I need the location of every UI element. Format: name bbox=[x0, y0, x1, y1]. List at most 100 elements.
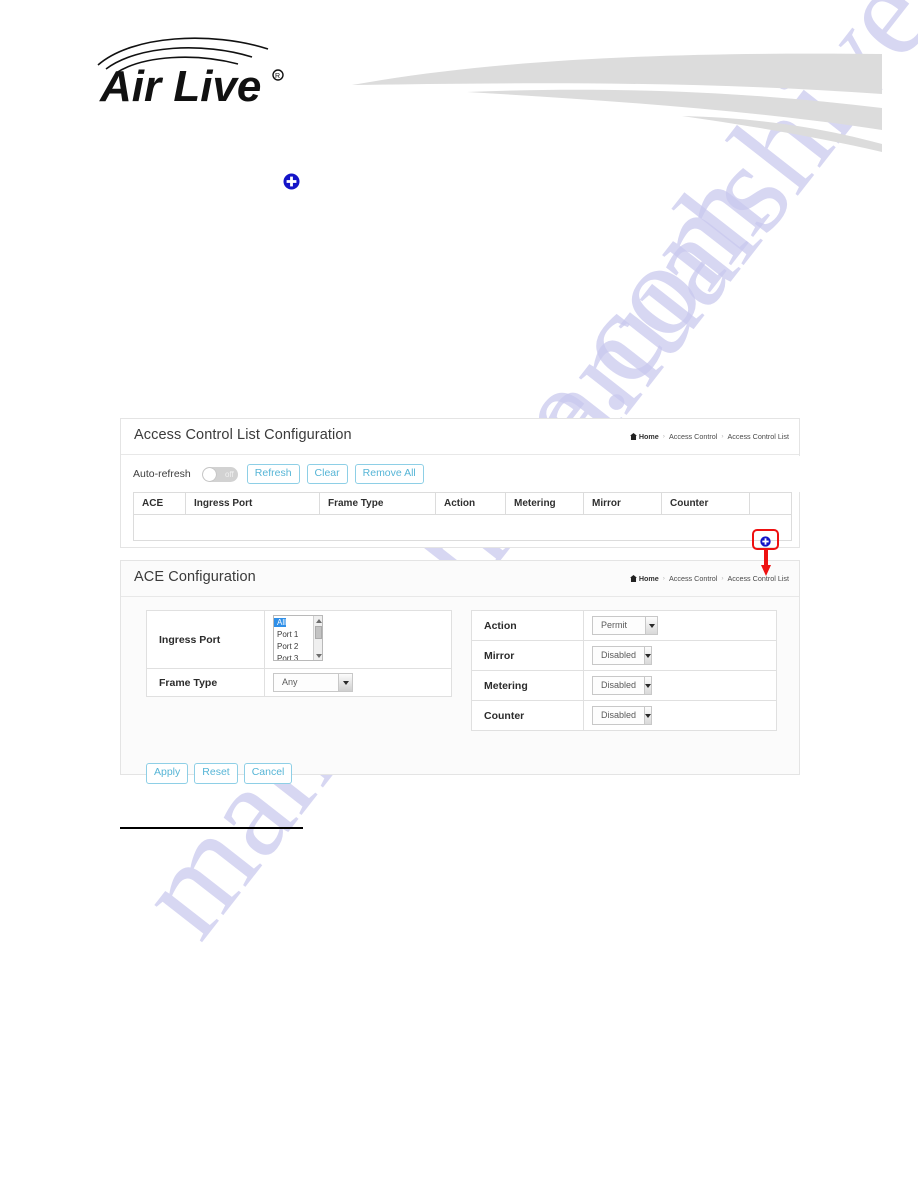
ingress-port-row: Ingress Port All Port 1 Port 2 Port 3 Po… bbox=[146, 610, 452, 669]
ingress-port-option-port-3[interactable]: Port 3 bbox=[274, 654, 298, 660]
mirror-select[interactable]: Disabled bbox=[592, 646, 652, 665]
ingress-port-scrollbar[interactable] bbox=[313, 616, 322, 660]
action-value: Permit bbox=[601, 620, 628, 630]
column-header-mirror: Mirror bbox=[583, 492, 662, 515]
mirror-value: Disabled bbox=[601, 650, 637, 660]
metering-row: Metering Disabled bbox=[471, 670, 777, 701]
frame-type-value: Any bbox=[282, 677, 298, 687]
acl-table-header-row: ACE Ingress Port Frame Type Action Meter… bbox=[133, 492, 792, 515]
acl-table: ACE Ingress Port Frame Type Action Meter… bbox=[133, 492, 792, 541]
column-header-action: Action bbox=[435, 492, 506, 515]
airlive-logo: Air Live R bbox=[92, 33, 302, 111]
column-header-counter: Counter bbox=[661, 492, 750, 515]
ace-panel-header: ACE Configuration Home › Access Control … bbox=[121, 561, 799, 597]
counter-row: Counter Disabled bbox=[471, 700, 777, 731]
ace-breadcrumb-separator-2: › bbox=[721, 575, 724, 582]
metering-cell: Disabled bbox=[583, 670, 777, 701]
breadcrumb-item-access-control[interactable]: Access Control bbox=[669, 432, 717, 441]
ace-breadcrumb-home[interactable]: Home bbox=[629, 574, 659, 583]
plus-circle-icon bbox=[760, 534, 771, 547]
scroll-down-arrow-icon[interactable] bbox=[315, 652, 322, 659]
page-header: Air Live R bbox=[0, 0, 918, 165]
ingress-port-label: Ingress Port bbox=[146, 610, 265, 669]
mirror-cell: Disabled bbox=[583, 640, 777, 671]
chevron-down-icon[interactable] bbox=[644, 707, 652, 724]
counter-cell: Disabled bbox=[583, 700, 777, 731]
action-row: Action Permit bbox=[471, 610, 777, 641]
auto-refresh-label: Auto-refresh bbox=[133, 468, 191, 480]
ace-right-config-table: Action Permit Mirror Disabled Metering D… bbox=[471, 610, 777, 731]
auto-refresh-toggle[interactable]: off bbox=[201, 466, 238, 482]
action-label: Action bbox=[471, 610, 584, 641]
acl-table-empty-row bbox=[133, 514, 792, 541]
counter-value: Disabled bbox=[601, 710, 637, 720]
breadcrumb-item-access-control-list[interactable]: Access Control List bbox=[727, 432, 789, 441]
scrollbar-thumb[interactable] bbox=[315, 626, 322, 639]
home-icon bbox=[629, 575, 637, 582]
scroll-up-arrow-icon[interactable] bbox=[315, 617, 322, 624]
ace-config-body: Ingress Port All Port 1 Port 2 Port 3 Po… bbox=[121, 598, 801, 784]
frame-type-row: Frame Type Any bbox=[146, 668, 452, 697]
column-header-metering: Metering bbox=[505, 492, 584, 515]
ace-action-buttons: Apply Reset Cancel bbox=[146, 763, 293, 784]
column-header-ingress-port: Ingress Port bbox=[185, 492, 320, 515]
column-header-ace: ACE bbox=[133, 492, 186, 515]
frame-type-cell: Any bbox=[264, 668, 452, 697]
ace-page-title: ACE Configuration bbox=[134, 569, 256, 585]
breadcrumb-separator-1: › bbox=[662, 433, 665, 440]
chevron-down-icon[interactable] bbox=[645, 617, 657, 634]
breadcrumb: Home › Access Control › Access Control L… bbox=[629, 432, 789, 441]
plus-circle-icon bbox=[283, 173, 300, 190]
ace-breadcrumb-item-access-control[interactable]: Access Control bbox=[669, 574, 717, 583]
ace-breadcrumb-home-label: Home bbox=[638, 574, 659, 583]
acl-panel-header: Access Control List Configuration Home ›… bbox=[121, 419, 799, 455]
ingress-port-option-all[interactable]: All bbox=[274, 618, 286, 627]
annotation-arrow-icon bbox=[761, 550, 771, 576]
clear-button[interactable]: Clear bbox=[306, 463, 348, 485]
ace-breadcrumb-item-access-control-list[interactable]: Access Control List bbox=[727, 574, 789, 583]
chevron-down-icon[interactable] bbox=[338, 674, 352, 691]
metering-select[interactable]: Disabled bbox=[592, 676, 652, 695]
toggle-state-label: off bbox=[225, 469, 234, 479]
counter-label: Counter bbox=[471, 700, 584, 731]
ingress-port-listbox[interactable]: All Port 1 Port 2 Port 3 Port 4 bbox=[273, 615, 323, 661]
breadcrumb-separator-2: › bbox=[721, 433, 724, 440]
cancel-button[interactable]: Cancel bbox=[243, 763, 293, 784]
frame-type-select[interactable]: Any bbox=[273, 673, 353, 692]
embedded-ui-screenshot: Access Control List Configuration Home ›… bbox=[120, 418, 801, 784]
metering-label: Metering bbox=[471, 670, 584, 701]
column-header-actions bbox=[749, 492, 792, 515]
horizontal-divider bbox=[120, 827, 303, 829]
ace-breadcrumb-separator-1: › bbox=[662, 575, 665, 582]
frame-type-label: Frame Type bbox=[146, 668, 265, 697]
ingress-port-cell: All Port 1 Port 2 Port 3 Port 4 bbox=[264, 610, 452, 669]
chevron-down-icon[interactable] bbox=[644, 677, 652, 694]
acl-empty-cell bbox=[133, 514, 792, 541]
add-ace-button[interactable] bbox=[752, 529, 779, 550]
header-swoosh-graphic bbox=[352, 52, 882, 152]
home-icon bbox=[629, 433, 637, 440]
ingress-port-option-port-1[interactable]: Port 1 bbox=[274, 630, 298, 639]
chevron-down-icon[interactable] bbox=[644, 647, 652, 664]
reset-button[interactable]: Reset bbox=[194, 763, 238, 784]
acl-toolbar: Auto-refresh off Refresh Clear Remove Al… bbox=[121, 456, 801, 492]
ingress-port-options: All Port 1 Port 2 Port 3 Port 4 bbox=[274, 616, 312, 660]
column-header-frame-type: Frame Type bbox=[319, 492, 436, 515]
apply-button[interactable]: Apply bbox=[146, 763, 189, 784]
svg-text:Air Live: Air Live bbox=[99, 62, 261, 111]
page-title: Access Control List Configuration bbox=[134, 427, 352, 443]
svg-text:R: R bbox=[275, 73, 280, 80]
refresh-button[interactable]: Refresh bbox=[246, 463, 300, 485]
ace-configuration-panel: ACE Configuration Home › Access Control … bbox=[120, 560, 801, 784]
mirror-label: Mirror bbox=[471, 640, 584, 671]
breadcrumb-home[interactable]: Home bbox=[629, 432, 659, 441]
access-control-list-panel: Access Control List Configuration Home ›… bbox=[120, 418, 801, 576]
mirror-row: Mirror Disabled bbox=[471, 640, 777, 671]
metering-value: Disabled bbox=[601, 680, 637, 690]
action-select[interactable]: Permit bbox=[592, 616, 658, 635]
counter-select[interactable]: Disabled bbox=[592, 706, 652, 725]
action-cell: Permit bbox=[583, 610, 777, 641]
ace-left-config-table: Ingress Port All Port 1 Port 2 Port 3 Po… bbox=[146, 610, 452, 697]
ingress-port-option-port-2[interactable]: Port 2 bbox=[274, 642, 298, 651]
remove-all-button[interactable]: Remove All bbox=[354, 463, 424, 485]
